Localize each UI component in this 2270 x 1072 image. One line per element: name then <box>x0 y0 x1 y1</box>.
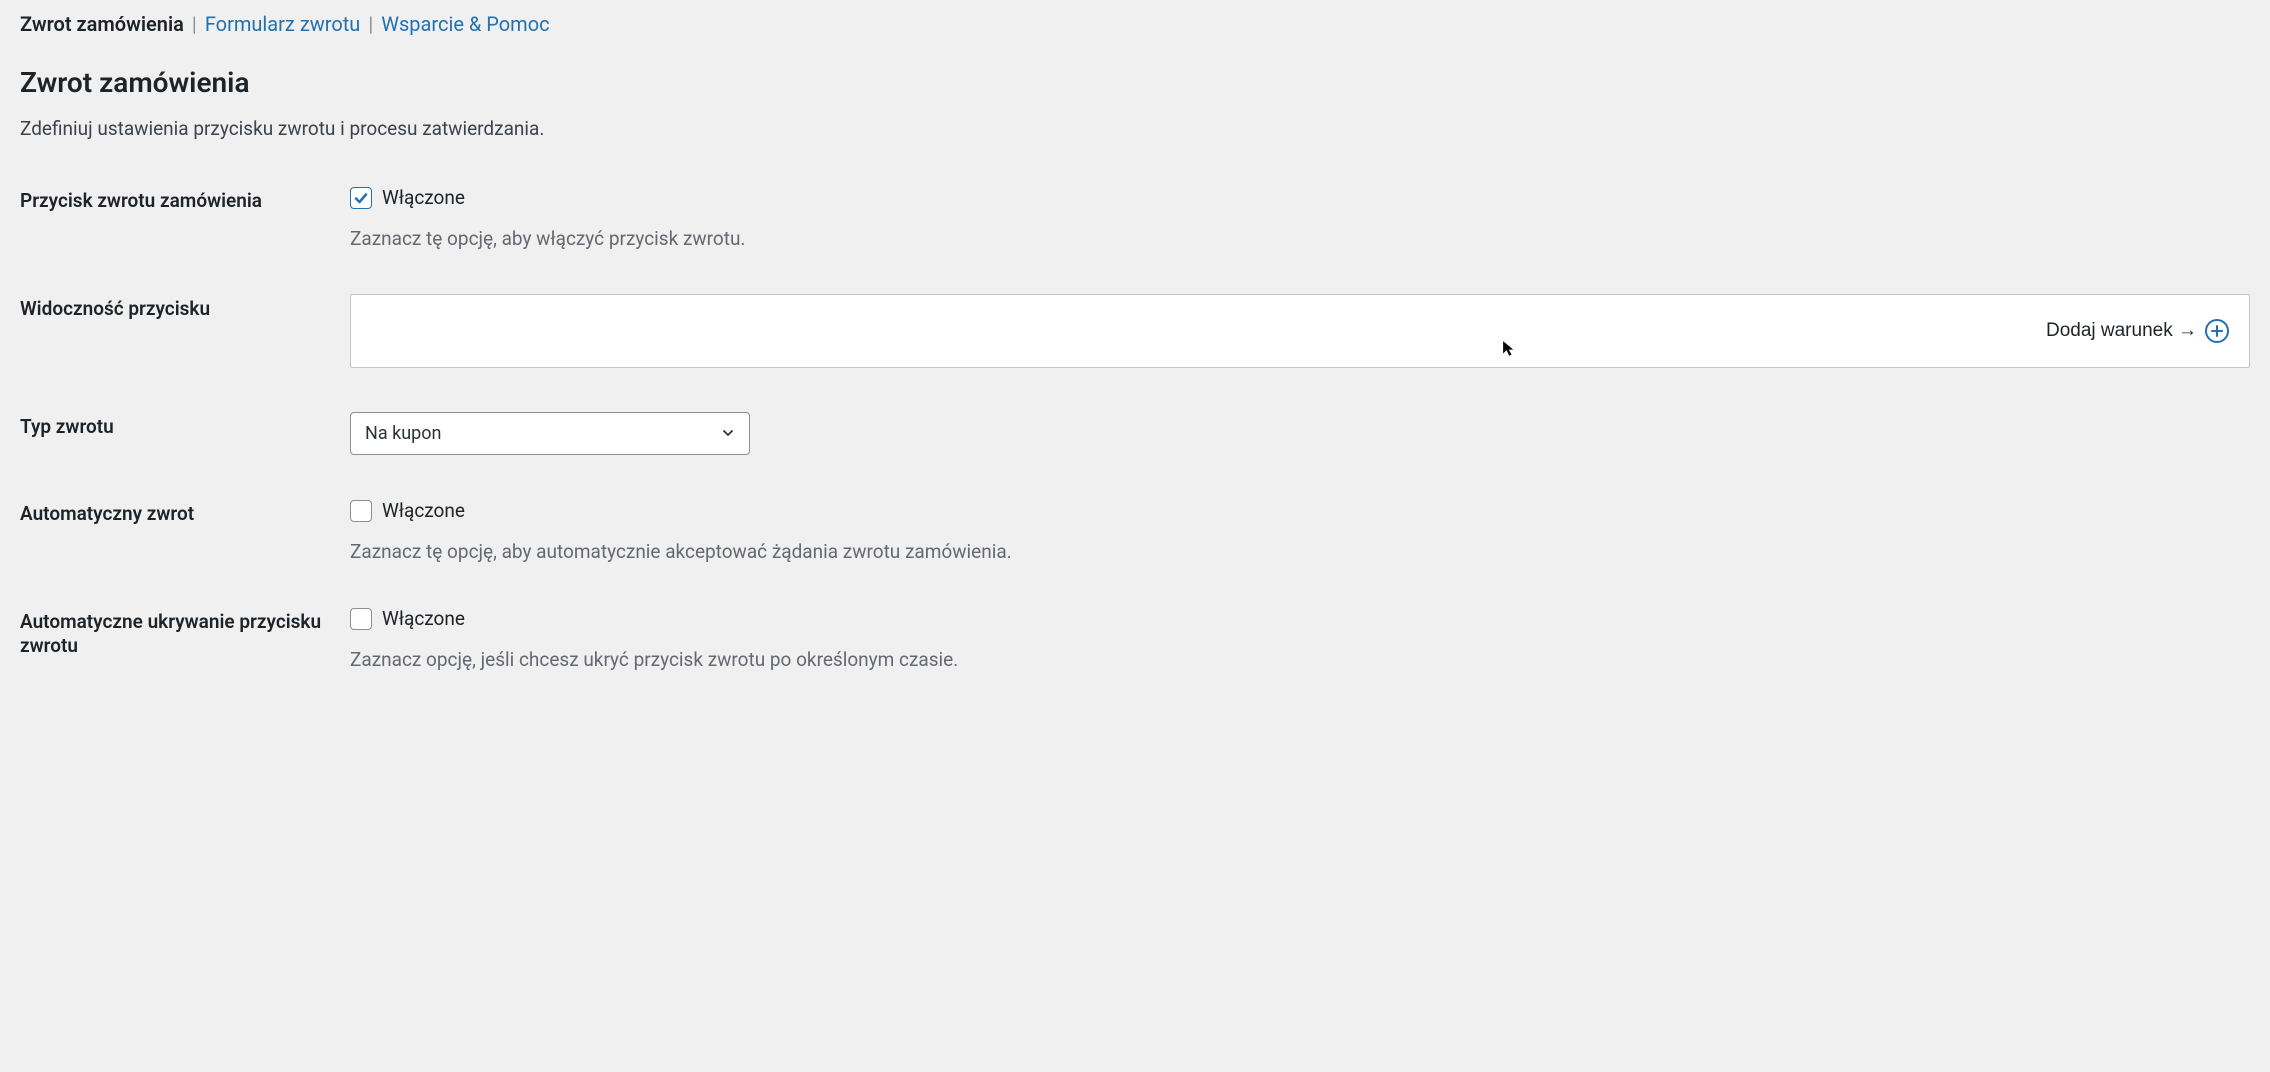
auto-return-description: Zaznacz tę opcję, aby automatycznie akce… <box>350 540 2250 563</box>
button-visibility-label: Widoczność przycisku <box>20 297 210 320</box>
return-button-label: Przycisk zwrotu zamówienia <box>20 189 262 212</box>
page-description: Zdefiniuj ustawienia przycisku zwrotu i … <box>20 117 2250 140</box>
auto-hide-description: Zaznacz opcję, jeśli chcesz ukryć przyci… <box>350 648 2250 671</box>
return-type-label: Typ zwrotu <box>20 415 114 438</box>
top-tabs: Zwrot zamówienia | Formularz zwrotu | Ws… <box>20 0 2250 48</box>
tab-support-help[interactable]: Wsparcie & Pomoc <box>381 12 549 36</box>
field-return-type: Typ zwrotu Na kupon <box>20 390 2250 477</box>
field-auto-return: Automatyczny zwrot Włączone Zaznacz tę o… <box>20 477 2250 585</box>
add-condition-button[interactable]: Dodaj warunek → <box>2046 319 2229 343</box>
field-button-visibility: Widoczność przycisku Dodaj warunek → <box>20 272 2250 390</box>
return-button-checkbox-label: Włączone <box>382 186 465 209</box>
auto-hide-checkbox[interactable] <box>350 608 372 630</box>
add-condition-label: Dodaj warunek → <box>2046 320 2197 342</box>
return-button-description: Zaznacz tę opcję, aby włączyć przycisk z… <box>350 227 2250 250</box>
check-icon <box>353 190 369 206</box>
return-type-selected: Na kupon <box>365 423 441 444</box>
page-title: Zwrot zamówienia <box>20 66 2250 99</box>
auto-return-label: Automatyczny zwrot <box>20 502 194 525</box>
condition-box: Dodaj warunek → <box>350 294 2250 368</box>
auto-hide-checkbox-label: Włączone <box>382 607 465 630</box>
auto-return-checkbox[interactable] <box>350 500 372 522</box>
plus-circle-icon <box>2205 319 2229 343</box>
return-button-checkbox[interactable] <box>350 187 372 209</box>
page-header: Zwrot zamówienia Zdefiniuj ustawienia pr… <box>20 66 2250 140</box>
tab-separator: | <box>192 12 197 36</box>
tab-separator: | <box>368 12 373 36</box>
tab-return-order[interactable]: Zwrot zamówienia <box>20 12 184 36</box>
return-type-select[interactable]: Na kupon <box>350 412 750 455</box>
auto-return-checkbox-label: Włączone <box>382 499 465 522</box>
tab-return-form[interactable]: Formularz zwrotu <box>205 12 361 36</box>
settings-form: Przycisk zwrotu zamówienia Włączone Zazn… <box>20 164 2250 693</box>
field-auto-hide: Automatyczne ukrywanie przycisku zwrotu … <box>20 585 2250 693</box>
field-return-button: Przycisk zwrotu zamówienia Włączone Zazn… <box>20 164 2250 272</box>
auto-hide-label: Automatyczne ukrywanie przycisku zwrotu <box>20 610 321 657</box>
